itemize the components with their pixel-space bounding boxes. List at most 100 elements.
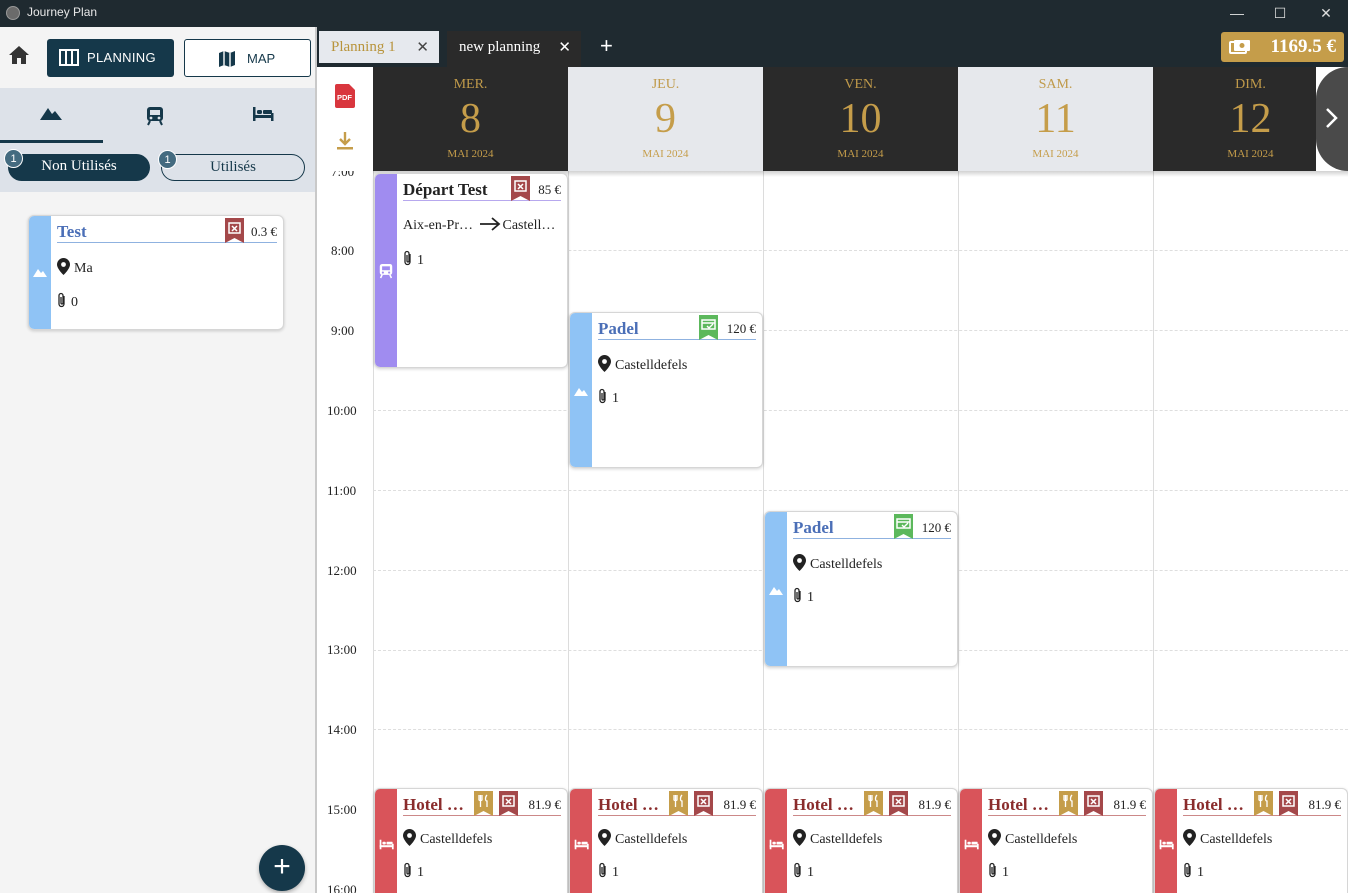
day-number: 9	[655, 96, 676, 142]
planning-label: PLANNING	[87, 50, 156, 65]
hour-label: 16:00	[327, 882, 357, 893]
event-title: Padel	[793, 518, 834, 537]
tab-activities[interactable]	[0, 88, 103, 143]
minimize-button[interactable]: —	[1227, 3, 1247, 23]
location-text: Castelldefels	[420, 832, 493, 847]
planning-button[interactable]: PLANNING	[47, 39, 174, 77]
reservation-cancelled-icon	[694, 791, 713, 816]
event-attachments: 1	[403, 862, 424, 881]
event-hotel[interactable]: Hotel … 81.9 € Castelldefels 1	[959, 788, 1153, 893]
event-price: 120 €	[726, 321, 756, 336]
location-text: Castelldefels	[1200, 832, 1273, 847]
hour-label: 7:00	[331, 171, 355, 179]
mountain-icon	[769, 587, 783, 595]
attachments-count: 1	[417, 865, 424, 880]
attachments-count: 1	[612, 391, 619, 406]
event-padel-ven[interactable]: Padel 120 € Castelldefels 1	[764, 511, 958, 667]
restaurant-icon	[864, 791, 883, 816]
event-location: Castelldefels	[403, 829, 492, 848]
close-tab-icon[interactable]: ✕	[416, 38, 429, 56]
tab-planning-1[interactable]: Planning 1 ✕	[319, 31, 439, 63]
mountain-icon	[574, 388, 588, 396]
used-count-badge: 1	[158, 150, 177, 169]
event-padel-jeu[interactable]: Padel 120 € Castelldefels 1	[569, 312, 763, 468]
paperclip-icon	[1184, 862, 1191, 878]
event-hotel[interactable]: Hotel … 81.9 € Castelldefels 1	[1154, 788, 1348, 893]
tab-new-planning-label: new planning	[459, 39, 541, 55]
money-icon	[1229, 40, 1250, 54]
day-header-jeu[interactable]: JEU. 9 MAI 2024	[568, 67, 763, 171]
export-tools: PDF	[317, 67, 373, 171]
hotel-strip	[570, 789, 592, 893]
tab-lodging[interactable]	[212, 88, 315, 143]
day-name: DIM.	[1235, 77, 1266, 92]
attachments-count: 1	[612, 865, 619, 880]
reservation-confirmed-icon	[699, 315, 718, 340]
event-price: 81.9 €	[1308, 797, 1342, 812]
sidebar: PLANNING MAP Non Utilisés 1 Utilisés 1 T…	[0, 27, 317, 893]
hotel-strip	[375, 789, 397, 893]
filter-unused[interactable]: Non Utilisés 1	[4, 149, 150, 181]
close-window-button[interactable]: ✕	[1316, 3, 1336, 23]
card-price: 0.3 €	[251, 224, 277, 239]
event-attachments: 1	[793, 587, 814, 606]
event-attachments: 1	[793, 862, 814, 881]
card-attachments: 0	[57, 292, 78, 311]
location-text: Castelldefels	[810, 832, 883, 847]
unused-activity-card[interactable]: Test 0.3 € Ma 0	[28, 215, 284, 330]
add-tab-button[interactable]: +	[600, 33, 613, 59]
map-button[interactable]: MAP	[184, 39, 311, 77]
day-header-mer[interactable]: MER. 8 MAI 2024	[373, 67, 568, 171]
day-name: VEN.	[844, 77, 877, 92]
add-item-button[interactable]: +	[259, 845, 305, 891]
route-to: Castell…	[502, 218, 556, 233]
day-header-ven[interactable]: VEN. 10 MAI 2024	[763, 67, 958, 171]
event-route: Aix-en-Pr… Castell…	[403, 217, 555, 234]
filter-unused-label: Non Utilisés	[41, 158, 117, 174]
unused-count-badge: 1	[4, 149, 23, 168]
location-pin-icon	[598, 355, 611, 372]
hour-label: 11:00	[327, 483, 357, 498]
arrow-right-icon	[479, 217, 500, 231]
bed-icon	[253, 107, 274, 121]
close-tab-icon[interactable]: ✕	[558, 38, 571, 56]
attachments-count: 1	[807, 865, 814, 880]
tab-transport[interactable]	[106, 88, 209, 143]
download-icon[interactable]	[336, 131, 354, 151]
card-attachments-count: 0	[71, 295, 78, 310]
day-number: 10	[839, 96, 882, 142]
paperclip-icon	[794, 587, 801, 603]
home-icon[interactable]	[8, 45, 30, 67]
day-header-sam[interactable]: SAM. 11 MAI 2024	[958, 67, 1153, 171]
event-price: 81.9 €	[723, 797, 757, 812]
event-title: Hotel …	[1183, 795, 1244, 814]
category-tabs: Non Utilisés 1 Utilisés 1	[0, 88, 315, 192]
location-text: Castelldefels	[615, 832, 688, 847]
pdf-export-icon[interactable]: PDF	[334, 84, 356, 108]
location-pin-icon	[793, 554, 806, 571]
location-pin-icon	[793, 829, 806, 846]
location-text: Castelldefels	[1005, 832, 1078, 847]
location-text: Castelldefels	[810, 557, 883, 572]
next-days-button[interactable]	[1316, 67, 1348, 171]
reservation-cancelled-icon	[1279, 791, 1298, 816]
bed-icon	[1159, 839, 1174, 850]
event-attachments: 1	[598, 862, 619, 881]
event-attachments: 1	[1183, 862, 1204, 881]
event-hotel[interactable]: Hotel … 81.9 € Castelldefels 1	[764, 788, 958, 893]
location-pin-icon	[598, 829, 611, 846]
card-location: Ma	[57, 258, 93, 277]
filter-used[interactable]: Utilisés 1	[158, 150, 305, 181]
tab-new-planning[interactable]: new planning ✕	[447, 31, 581, 67]
sidebar-nav: PLANNING MAP	[0, 27, 315, 88]
reservation-cancelled-icon	[1084, 791, 1103, 816]
restaurant-icon	[474, 791, 493, 816]
app-logo-icon	[6, 6, 20, 20]
event-depart-test[interactable]: Départ Test 85 € Aix-en-Pr… Castell… 1	[374, 173, 568, 368]
event-hotel[interactable]: Hotel … 81.9 € Castelldefels 1	[569, 788, 763, 893]
event-title: Padel	[598, 319, 639, 338]
maximize-button[interactable]: ☐	[1270, 3, 1290, 23]
map-icon	[219, 51, 235, 67]
day-header-dim[interactable]: DIM. 12 MAI 2024	[1153, 67, 1316, 171]
event-hotel[interactable]: Hotel … 81.9 € Castelldefels 1	[374, 788, 568, 893]
